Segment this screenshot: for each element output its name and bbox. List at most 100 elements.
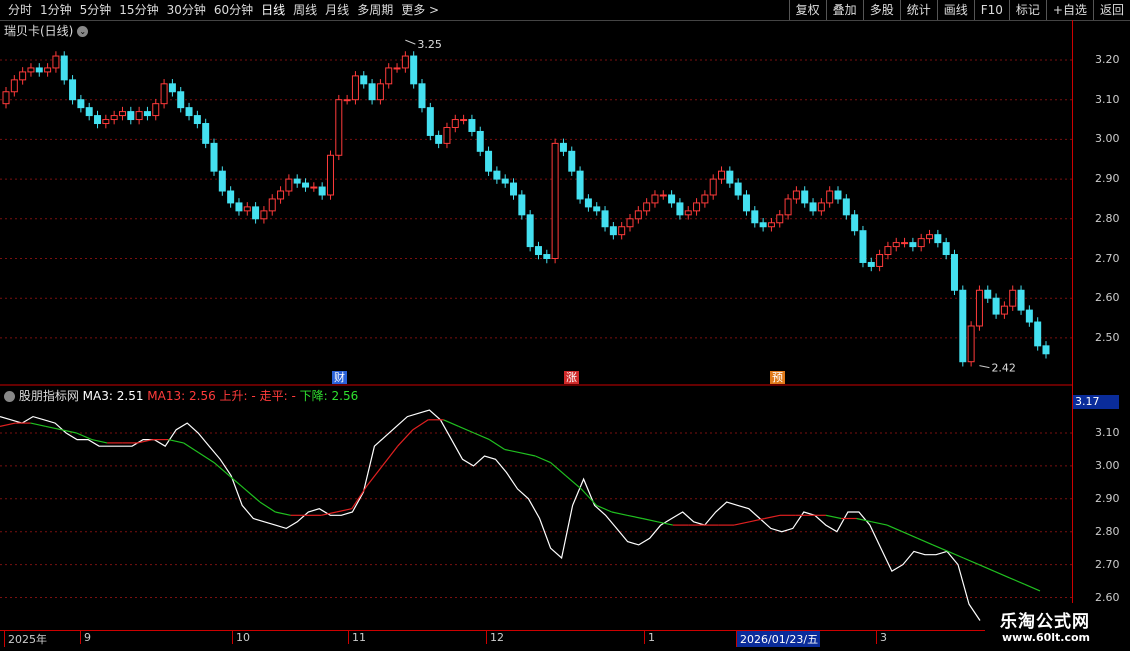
candle-body bbox=[767, 222, 775, 228]
ma3-label: MA3: bbox=[82, 389, 113, 403]
time-axis bbox=[0, 630, 1072, 651]
candle-body bbox=[102, 119, 110, 125]
candle-body bbox=[277, 190, 285, 200]
down-value: 2.56 bbox=[331, 389, 359, 403]
candle-body bbox=[984, 289, 992, 299]
candle-body bbox=[27, 67, 35, 73]
time-label: 2026/01/23/五 bbox=[736, 631, 821, 647]
candle-body bbox=[734, 182, 742, 196]
candle-body bbox=[185, 107, 193, 117]
candle-body bbox=[202, 123, 210, 144]
candle-body bbox=[10, 79, 18, 93]
candle-body bbox=[626, 218, 634, 228]
candle-body bbox=[2, 91, 10, 105]
candle-body bbox=[443, 126, 451, 144]
candle-body bbox=[909, 242, 917, 248]
price-axis bbox=[1072, 20, 1130, 630]
candle-body bbox=[501, 178, 509, 184]
candle-body bbox=[127, 111, 135, 121]
event-tag-1[interactable]: 涨 bbox=[564, 371, 579, 384]
ma13-segment bbox=[932, 544, 949, 552]
candle-body bbox=[867, 261, 875, 267]
candle-body bbox=[360, 75, 368, 85]
high-annotation: 3.25 bbox=[417, 38, 442, 51]
indicator-title: 股朋指标网 MA3: 2.51 MA13: 2.56 上升: - 走平: - 下… bbox=[4, 387, 358, 404]
ma13-segment bbox=[611, 511, 628, 516]
candle-body bbox=[609, 226, 617, 236]
candle-body bbox=[252, 206, 260, 220]
candle-body bbox=[784, 198, 792, 216]
indicator-tick-label: 2.90 bbox=[1095, 491, 1120, 505]
ma13-segment bbox=[168, 439, 184, 444]
time-label: 11 bbox=[348, 631, 366, 644]
candle-body bbox=[726, 170, 734, 184]
candle-body bbox=[959, 289, 967, 363]
event-tag-2[interactable]: 预 bbox=[770, 371, 785, 384]
candle-body bbox=[385, 67, 393, 85]
candle-body bbox=[559, 142, 567, 152]
ma13-segment bbox=[733, 521, 750, 526]
candle-body bbox=[534, 246, 542, 256]
candle-body bbox=[884, 246, 892, 256]
candle-body bbox=[759, 222, 767, 228]
candle-body bbox=[901, 242, 909, 245]
high-marker-line bbox=[405, 39, 416, 45]
candle-body bbox=[651, 194, 659, 204]
ma13-segment bbox=[381, 445, 399, 467]
candle-body bbox=[393, 67, 401, 70]
price-tick-label: 3.20 bbox=[1095, 53, 1120, 66]
candle-body bbox=[892, 242, 900, 248]
candle-body bbox=[992, 297, 1000, 315]
candle-body bbox=[326, 154, 334, 196]
candle-body bbox=[426, 107, 434, 136]
candle-body bbox=[368, 83, 376, 101]
indicator-tick-label: 2.70 bbox=[1095, 557, 1120, 571]
toolbar-button-8[interactable]: 返回 bbox=[1092, 0, 1130, 20]
ma13-segment bbox=[229, 475, 246, 490]
candle-body bbox=[210, 142, 218, 172]
ma3-line bbox=[0, 409, 981, 621]
up-value: - bbox=[251, 389, 256, 403]
candle-body bbox=[926, 234, 934, 240]
candle-body bbox=[1000, 305, 1008, 315]
low-annotation: 2.42 bbox=[991, 362, 1016, 375]
candle-body bbox=[842, 198, 850, 216]
flat-label: 走平: bbox=[259, 389, 288, 403]
candle-body bbox=[468, 119, 476, 132]
candle-body bbox=[975, 289, 983, 327]
candle-body bbox=[218, 170, 226, 192]
ma13-value: 2.56 bbox=[189, 389, 216, 403]
candle-body bbox=[834, 190, 842, 200]
candle-body bbox=[801, 190, 809, 204]
ma13-segment bbox=[91, 439, 108, 444]
ma13-segment bbox=[0, 422, 16, 427]
ma13-segment bbox=[871, 521, 888, 526]
candle-body bbox=[94, 115, 102, 125]
candle-body bbox=[193, 115, 201, 125]
candle-body bbox=[451, 119, 459, 128]
low-marker-line bbox=[979, 365, 990, 369]
indicator-tick-label: 3.00 bbox=[1095, 458, 1120, 472]
ma13-segment bbox=[397, 429, 414, 447]
ma13-segment bbox=[458, 425, 475, 434]
candle-body bbox=[401, 55, 409, 69]
ma13-segment bbox=[244, 488, 261, 503]
candle-body bbox=[343, 99, 351, 102]
event-tag-0[interactable]: 财 bbox=[332, 371, 347, 384]
candle-body bbox=[227, 190, 235, 204]
settings-icon[interactable] bbox=[4, 391, 15, 402]
candle-body bbox=[418, 83, 426, 109]
candle-body bbox=[526, 214, 534, 248]
candle-body bbox=[643, 202, 651, 212]
candle-body bbox=[351, 75, 359, 101]
down-label: 下降: bbox=[299, 389, 328, 403]
ma13-segment bbox=[917, 537, 934, 546]
ma3-value: 2.51 bbox=[116, 389, 144, 403]
candle-body bbox=[376, 83, 384, 101]
price-chart[interactable]: 3.25 2.42 bbox=[0, 0, 1072, 630]
ma13-segment bbox=[993, 570, 1010, 579]
candle-body bbox=[967, 325, 975, 363]
ma13-segment bbox=[412, 419, 429, 431]
price-tick-label: 2.70 bbox=[1095, 251, 1120, 265]
price-tick-label: 2.90 bbox=[1095, 172, 1120, 186]
